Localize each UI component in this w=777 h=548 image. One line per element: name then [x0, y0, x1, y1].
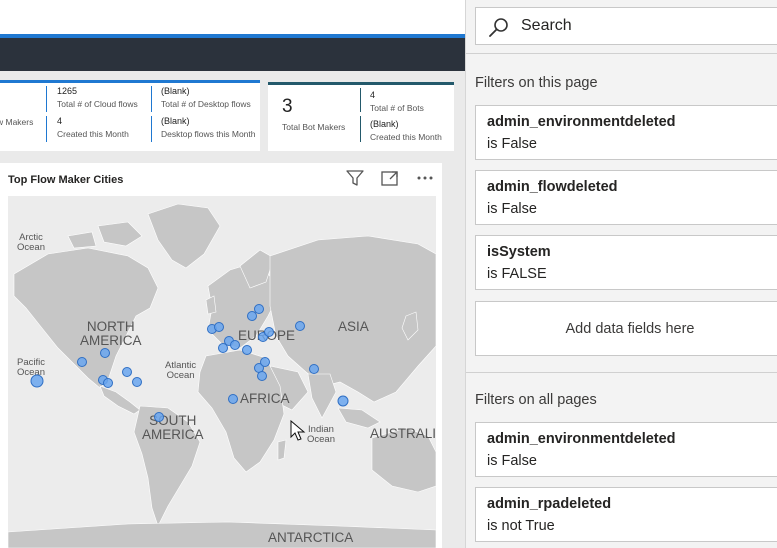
pane-separator: [466, 53, 777, 54]
filter-field-name: admin_flowdeleted: [487, 179, 618, 195]
search-placeholder: Search: [521, 17, 572, 34]
bot-makers-label: Total Bot Makers: [282, 122, 346, 132]
bots-created-label: Created this Month: [370, 132, 442, 142]
report-header-bar: [0, 38, 465, 71]
search-icon: [489, 18, 508, 37]
flows-kpi-card[interactable]: w Makers 1265 Total # of Cloud flows (Bl…: [0, 80, 260, 151]
city-bubble: [132, 377, 142, 387]
filter-search-input[interactable]: Search: [475, 7, 777, 45]
desktop-flows-label: Total # of Desktop flows: [161, 99, 251, 109]
map-bubble-layer: [30, 304, 349, 422]
city-bubble: [257, 371, 267, 381]
city-bubble: [214, 322, 224, 332]
world-map[interactable]: ArcticOcean NORTHAMERICA EUROPE ASIA Pac…: [8, 196, 436, 548]
filter-condition: is not True: [487, 518, 555, 534]
focus-mode-icon[interactable]: [375, 164, 405, 192]
bots-value: 4: [370, 90, 376, 100]
city-bubble: [295, 321, 305, 331]
cloud-flows-value: 1265: [57, 86, 78, 96]
city-bubble: [242, 345, 252, 355]
filters-on-all-pages-heading: Filters on all pages: [475, 392, 597, 408]
filter-field-name: isSystem: [487, 244, 551, 260]
filter-field-name: admin_environmentdeleted: [487, 114, 676, 130]
visual-title: Top Flow Maker Cities: [8, 174, 124, 186]
filter-card-environmentdeleted[interactable]: admin_environmentdeleted is False: [475, 105, 777, 160]
city-bubble: [264, 327, 274, 337]
filter-condition: is False: [487, 453, 537, 469]
filter-condition: is False: [487, 136, 537, 152]
report-top-strip: [0, 0, 465, 34]
filter-icon[interactable]: [340, 164, 370, 192]
bots-created-value: (Blank): [370, 119, 399, 129]
add-data-fields-dropzone[interactable]: Add data fields here: [475, 301, 777, 356]
filter-card-all-environmentdeleted[interactable]: admin_environmentdeleted is False: [475, 422, 777, 477]
makers-label-partial: w Makers: [0, 117, 34, 127]
city-bubble: [230, 340, 240, 350]
city-bubble: [122, 367, 132, 377]
kpi-divider: [46, 116, 47, 142]
add-data-fields-label: Add data fields here: [565, 321, 695, 337]
cloud-flows-label: Total # of Cloud flows: [57, 99, 138, 109]
city-bubble: [103, 378, 113, 388]
city-bubble: [30, 374, 44, 388]
city-bubble: [309, 364, 319, 374]
filter-card-flowdeleted[interactable]: admin_flowdeleted is False: [475, 170, 777, 225]
desktop-created-value: (Blank): [161, 116, 190, 126]
city-bubble: [228, 394, 238, 404]
city-bubble: [260, 357, 270, 367]
filters-pane: Search Filters on this page admin_enviro…: [466, 0, 777, 548]
top-flow-maker-cities-visual[interactable]: Top Flow Maker Cities Arctic Ocean NORTH…: [0, 163, 442, 548]
kpi-divider: [360, 88, 361, 112]
desktop-flows-value: (Blank): [161, 86, 190, 96]
kpi-divider: [46, 86, 47, 112]
city-bubble: [247, 311, 257, 321]
created-month-label: Created this Month: [57, 129, 129, 139]
pane-separator: [466, 372, 777, 373]
filter-condition: is FALSE: [487, 266, 547, 282]
city-bubble: [100, 348, 110, 358]
created-month-value: 4: [57, 116, 63, 126]
city-bubble: [337, 395, 349, 407]
bots-label: Total # of Bots: [370, 103, 424, 113]
filter-card-rpadeleted[interactable]: admin_rpadeleted is not True: [475, 487, 777, 542]
mouse-cursor-icon: [290, 420, 306, 441]
kpi-divider: [151, 116, 152, 142]
filter-field-name: admin_environmentdeleted: [487, 431, 676, 447]
city-bubble: [254, 304, 264, 314]
kpi-divider: [360, 116, 361, 142]
filter-condition: is False: [487, 201, 537, 217]
bot-makers-value: 3: [282, 96, 293, 117]
city-bubble: [77, 357, 87, 367]
city-bubble: [154, 412, 164, 422]
filter-card-issystem[interactable]: isSystem is FALSE: [475, 235, 777, 290]
more-options-icon[interactable]: [410, 164, 440, 192]
filter-field-name: admin_rpadeleted: [487, 496, 612, 512]
bots-kpi-card[interactable]: 3 Total Bot Makers 4 Total # of Bots (Bl…: [268, 82, 454, 151]
report-canvas: w Makers 1265 Total # of Cloud flows (Bl…: [0, 0, 465, 548]
filters-on-this-page-heading: Filters on this page: [475, 75, 598, 91]
kpi-divider: [151, 86, 152, 112]
desktop-created-label: Desktop flows this Month: [161, 129, 256, 139]
